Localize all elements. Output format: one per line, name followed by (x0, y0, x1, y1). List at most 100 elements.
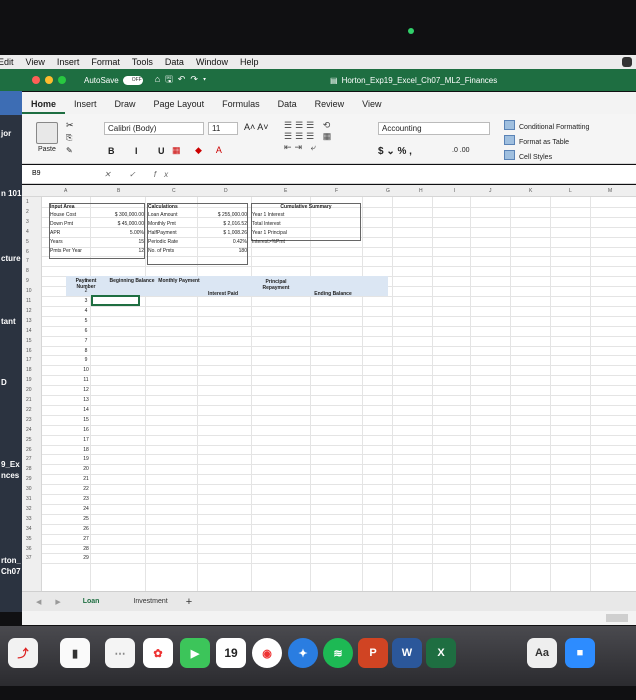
name-box[interactable]: B9 (28, 168, 74, 181)
tab-view[interactable]: View (353, 99, 390, 114)
word-app-icon[interactable]: W (392, 638, 422, 668)
row-header-35[interactable]: 35 (26, 536, 32, 542)
quick-access-icons[interactable]: ⌂🖫↶↷▾ (155, 72, 212, 88)
decimal-buttons[interactable]: .0 .00 (452, 147, 470, 154)
safari-app-icon[interactable]: ✦ (288, 638, 318, 668)
reminders-app-icon[interactable]: ⋯ (105, 638, 135, 668)
col-header-k[interactable]: K (529, 188, 532, 194)
alignment-buttons[interactable]: ☰☰☰ ⟲ ☰☰☰ ▦ ⇤⇥ ⤶ (284, 120, 334, 153)
col-header-a[interactable]: A (64, 188, 67, 194)
tab-draw[interactable]: Draw (106, 99, 145, 114)
row-header-21[interactable]: 21 (26, 397, 32, 403)
payment-number-cell[interactable]: 8 (66, 348, 106, 354)
row-header-15[interactable]: 15 (26, 338, 32, 344)
payment-number-cell[interactable]: 29 (66, 555, 106, 561)
pen-app-icon[interactable]: ⤴ (8, 638, 38, 668)
row-header-6[interactable]: 6 (26, 249, 29, 255)
row-header-24[interactable]: 24 (26, 427, 32, 433)
status-menu-icon[interactable] (622, 57, 632, 67)
font-book-app-icon[interactable]: Aa (527, 638, 557, 668)
zoom-window-button[interactable] (58, 76, 66, 84)
tab-insert[interactable]: Insert (65, 99, 106, 114)
row-header-32[interactable]: 32 (26, 506, 32, 512)
conditional-formatting-button[interactable]: Conditional Formatting (504, 120, 589, 135)
row-header-4[interactable]: 4 (26, 229, 29, 235)
payment-number-cell[interactable]: 5 (66, 318, 106, 324)
payment-number-cell[interactable]: 6 (66, 328, 106, 334)
paste-icon[interactable] (36, 122, 58, 144)
add-sheet-button[interactable]: + (186, 596, 192, 608)
row-header-16[interactable]: 16 (26, 348, 32, 354)
format-painter-icon[interactable]: ✎ (66, 146, 73, 155)
payment-number-cell[interactable]: 15 (66, 417, 106, 423)
payment-number-cell[interactable]: 16 (66, 427, 106, 433)
row-header-3[interactable]: 3 (26, 219, 29, 225)
calendar-app-icon[interactable]: 19 (216, 638, 246, 668)
payment-number-cell[interactable]: 11 (66, 377, 106, 383)
row-header-22[interactable]: 22 (26, 407, 32, 413)
col-header-l[interactable]: L (569, 188, 572, 194)
tab-data[interactable]: Data (269, 99, 306, 114)
col-header-f[interactable]: F (335, 188, 338, 194)
row-header-27[interactable]: 27 (26, 456, 32, 462)
row-header-23[interactable]: 23 (26, 417, 32, 423)
sheet-tab-investment[interactable]: Investment (133, 598, 167, 605)
sheet-tab-loan[interactable]: Loan (83, 598, 100, 605)
row-header-7[interactable]: 7 (26, 258, 29, 264)
spotify-app-icon[interactable]: ≋ (323, 638, 353, 668)
payment-number-cell[interactable]: 22 (66, 486, 106, 492)
calc-value-half-payment[interactable]: $ 1,008.26 (192, 230, 247, 236)
border-fill-color-icons[interactable]: ▦ ◆ A (172, 145, 228, 156)
row-header-33[interactable]: 33 (26, 516, 32, 522)
zoom-app-icon[interactable]: ■ (565, 638, 595, 668)
payment-number-cell[interactable]: 21 (66, 476, 106, 482)
cut-icon[interactable]: ✂ (66, 120, 74, 131)
col-header-m[interactable]: M (608, 188, 612, 194)
row-header-31[interactable]: 31 (26, 496, 32, 502)
menu-help[interactable]: Help (240, 57, 259, 67)
calc-value-loan-amount[interactable]: $ 255,000.00 (192, 212, 247, 218)
input-value-apr[interactable]: 5.00% (90, 230, 144, 236)
row-header-8[interactable]: 8 (26, 268, 29, 274)
calc-value-periodic-rate[interactable]: 0.42% (192, 239, 247, 245)
bold-italic-underline-buttons[interactable]: B I U (108, 146, 174, 156)
row-header-10[interactable]: 10 (26, 288, 32, 294)
facetime-app-icon[interactable]: ▶ (180, 638, 210, 668)
row-header-30[interactable]: 30 (26, 486, 32, 492)
row-header-29[interactable]: 29 (26, 476, 32, 482)
payment-number-cell[interactable]: 19 (66, 456, 106, 462)
col-header-d[interactable]: D (224, 188, 228, 194)
payment-number-cell[interactable]: 27 (66, 536, 106, 542)
payment-number-cell[interactable]: 23 (66, 496, 106, 502)
worksheet-grid[interactable]: A B C D E F G H I J K L M 1 2 3 4 5 6 7 8 9 10 11 1… (22, 185, 636, 591)
tab-formulas[interactable]: Formulas (213, 99, 269, 114)
row-header-26[interactable]: 26 (26, 447, 32, 453)
row-header-17[interactable]: 17 (26, 357, 32, 363)
payment-number-cell[interactable]: 14 (66, 407, 106, 413)
row-header-36[interactable]: 36 (26, 546, 32, 552)
tab-home[interactable]: Home (22, 99, 66, 114)
row-header-2[interactable]: 2 (26, 209, 29, 215)
payment-number-cell[interactable]: 13 (66, 397, 106, 403)
sheet-nav-arrows[interactable]: ◀ ▶ (36, 598, 67, 606)
menu-insert[interactable]: Insert (57, 57, 80, 67)
row-header-14[interactable]: 14 (26, 328, 32, 334)
payment-number-cell[interactable]: 2 (66, 288, 106, 294)
row-header-13[interactable]: 13 (26, 318, 32, 324)
menu-tools[interactable]: Tools (132, 57, 153, 67)
payment-number-cell[interactable]: 24 (66, 506, 106, 512)
payment-number-cell[interactable]: 26 (66, 526, 106, 532)
payment-number-cell[interactable]: 17 (66, 437, 106, 443)
view-buttons[interactable] (606, 614, 628, 622)
payment-number-cell[interactable]: 20 (66, 466, 106, 472)
row-header-28[interactable]: 28 (26, 466, 32, 472)
row-header-18[interactable]: 18 (26, 367, 32, 373)
input-value-years[interactable]: 15 (90, 239, 144, 245)
col-header-e[interactable]: E (284, 188, 287, 194)
chrome-app-icon[interactable]: ◉ (252, 638, 282, 668)
format-as-table-button[interactable]: Format as Table (504, 135, 589, 150)
cell-styles-button[interactable]: Cell Styles (504, 150, 589, 165)
row-header-37[interactable]: 37 (26, 555, 32, 561)
tab-page-layout[interactable]: Page Layout (145, 99, 214, 114)
col-header-i[interactable]: I (454, 188, 455, 194)
